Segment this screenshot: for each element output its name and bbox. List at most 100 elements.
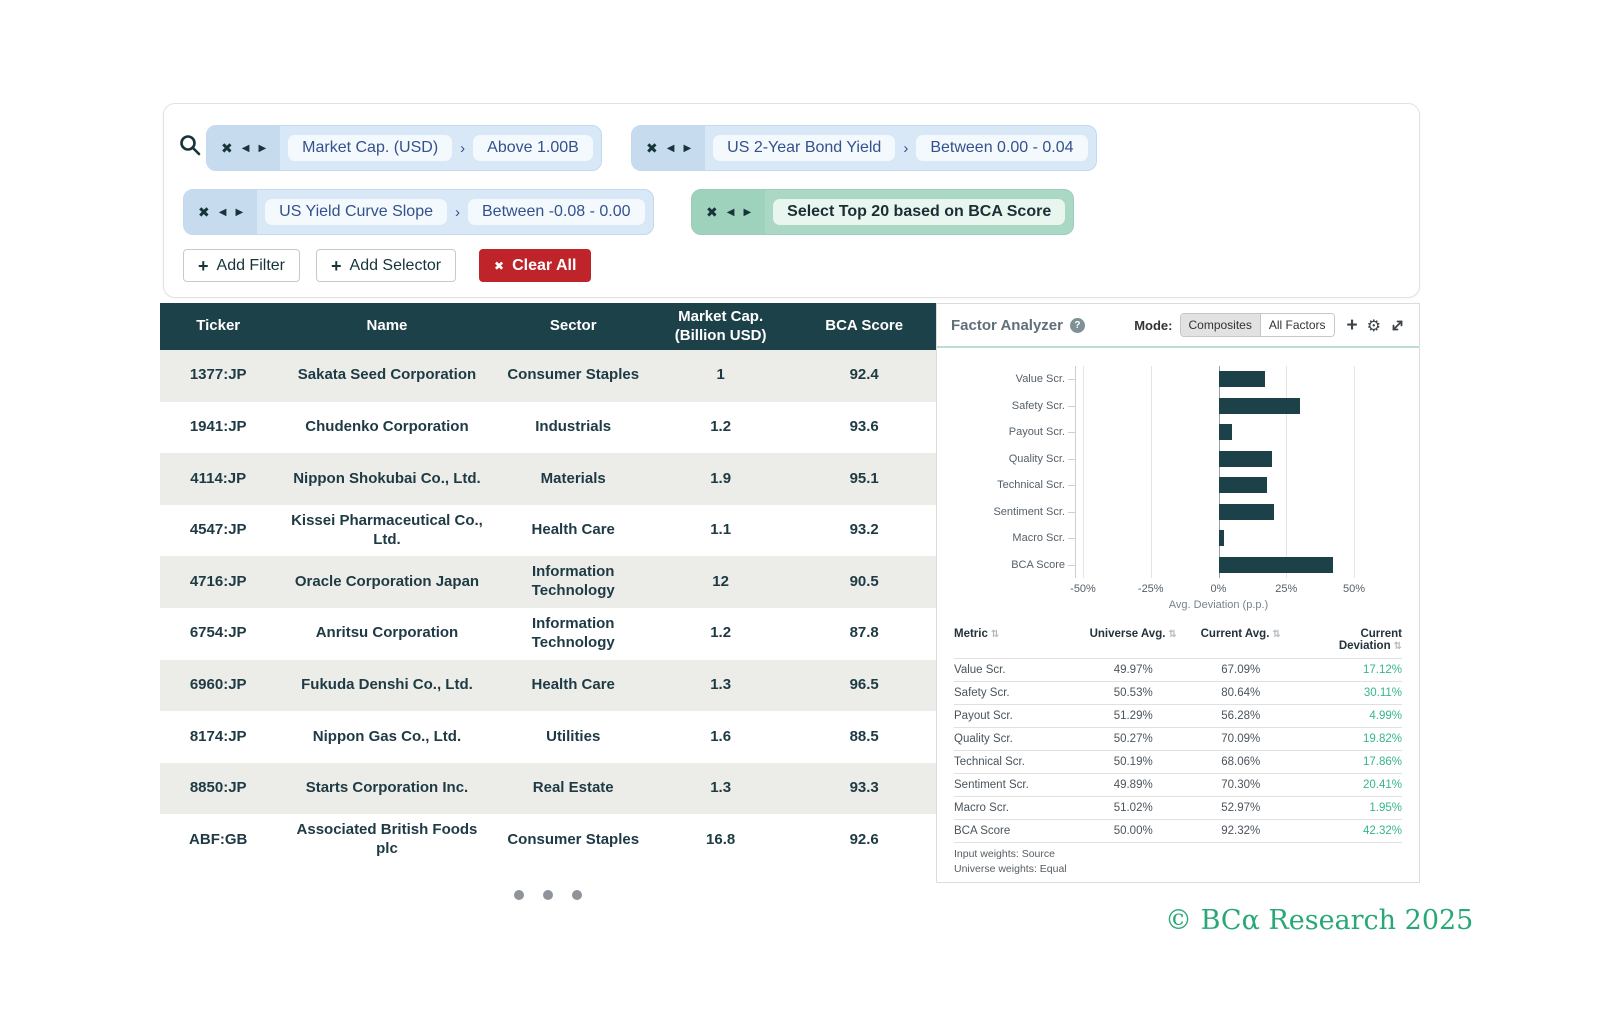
expand-icon[interactable] [1390, 318, 1405, 333]
add-icon[interactable]: + [1347, 316, 1358, 335]
column-header[interactable]: Ticker [160, 313, 276, 340]
chart-bar[interactable] [1218, 450, 1273, 467]
bca-score-cell: 95.1 [849, 469, 879, 487]
table-row[interactable]: 6960:JP Fukuda Denshi Co., Ltd. Health Car… [160, 659, 936, 712]
table-row[interactable]: 6754:JP Anritsu Corporation Information Te… [160, 607, 936, 660]
chart-x-axis-label: Avg. Deviation (p.p.) [1168, 599, 1269, 611]
chart-bar[interactable] [1218, 530, 1224, 547]
current-deviation-value: 4.99% [1369, 710, 1402, 722]
move-left-icon[interactable]: ◀ [242, 143, 250, 154]
filter-value[interactable]: Between -0.08 - 0.00 [468, 199, 645, 225]
chip-controls: ✖ ◀ ▶ [207, 126, 281, 170]
metrics-col-universe-avg[interactable]: Universe Avg. ⇅ [1079, 628, 1187, 652]
move-right-icon[interactable]: ▶ [235, 207, 243, 218]
current-avg-value: 92.32% [1221, 825, 1261, 837]
bca-score-cell: 87.8 [849, 624, 879, 642]
chart-bar[interactable] [1218, 371, 1265, 388]
pagination-dot[interactable] [543, 890, 553, 900]
move-right-icon[interactable]: ▶ [258, 143, 266, 154]
clear-all-button[interactable]: ✖ Clear All [479, 249, 592, 282]
chart-category-label: Quality Scr. [1008, 452, 1065, 465]
move-right-icon[interactable]: ▶ [683, 143, 691, 154]
search-icon[interactable] [178, 133, 202, 157]
filter-field[interactable]: US Yield Curve Slope [265, 199, 447, 225]
metric-name: Macro Scr. [954, 802, 1009, 814]
chart-y-tick [1068, 405, 1075, 407]
metrics-col-current-avg[interactable]: Current Avg. ⇅ [1187, 628, 1295, 652]
pagination-dot[interactable] [514, 890, 524, 900]
move-left-icon[interactable]: ◀ [727, 207, 735, 218]
bca-score-cell: 92.4 [849, 366, 879, 384]
selector-label[interactable]: Select Top 20 based on BCA Score [773, 199, 1066, 225]
chart-bar[interactable] [1218, 397, 1301, 414]
help-icon[interactable]: ? [1069, 317, 1085, 333]
column-header[interactable]: Name [276, 313, 497, 340]
remove-filter-icon[interactable]: ✖ [646, 140, 658, 157]
add-filter-button[interactable]: + Add Filter [183, 249, 300, 282]
filter-field[interactable]: Market Cap. (USD) [288, 135, 453, 161]
remove-filter-icon[interactable]: ✖ [221, 140, 233, 157]
universe-avg-value: 50.00% [1113, 825, 1153, 837]
table-row[interactable]: ABF:GB Associated British Foods plc Consum… [160, 814, 936, 866]
sort-icon[interactable]: ⇅ [1168, 629, 1176, 640]
chart-category-label: Macro Scr. [1012, 532, 1065, 545]
chart-gridline [1354, 366, 1355, 578]
metrics-row[interactable]: Quality Scr. 50.27% 70.09% 19.82% [954, 727, 1402, 750]
column-header[interactable]: Market Cap. (Billion USD) [649, 304, 793, 350]
metrics-row[interactable]: Sentiment Scr. 49.89% 70.30% 20.41% [954, 773, 1402, 796]
sector-cell: Consumer Staples [507, 366, 640, 384]
chart-bar[interactable] [1218, 503, 1274, 520]
filter-value[interactable]: Above 1.00B [473, 135, 593, 161]
table-row[interactable]: 1941:JP Chudenko Corporation Industrials 1.… [160, 401, 936, 454]
chart-bar[interactable] [1218, 556, 1334, 573]
market-cap-cell: 1.3 [710, 779, 732, 797]
market-cap-cell: 1 [716, 366, 725, 384]
chart-bar[interactable] [1218, 424, 1233, 441]
column-header[interactable]: Sector [498, 313, 649, 340]
pagination-dot[interactable] [572, 890, 582, 900]
metrics-row[interactable]: Value Scr. 49.97% 67.09% 17.12% [954, 658, 1402, 681]
name-cell: Sakata Seed Corporation [297, 366, 477, 384]
metrics-col-metric[interactable]: Metric ⇅ [954, 628, 1079, 652]
name-cell: Associated British Foods plc [296, 821, 478, 858]
add-selector-button[interactable]: + Add Selector [316, 249, 457, 282]
move-left-icon[interactable]: ◀ [219, 207, 227, 218]
remove-selector-icon[interactable]: ✖ [706, 204, 718, 221]
ticker-cell: 8850:JP [189, 779, 247, 797]
sort-icon[interactable]: ⇅ [1272, 629, 1280, 640]
move-left-icon[interactable]: ◀ [667, 143, 675, 154]
filter-chip-market-cap: ✖ ◀ ▶ Market Cap. (USD) › Above 1.00B [206, 125, 602, 171]
table-row[interactable]: 4547:JP Kissei Pharmaceutical Co., Ltd. He… [160, 504, 936, 557]
factor-analyzer-header: Factor Analyzer ? Mode: Composites All F… [937, 304, 1419, 348]
table-row[interactable]: 1377:JP Sakata Seed Corporation Consumer S… [160, 350, 936, 402]
table-row[interactable]: 4114:JP Nippon Shokubai Co., Ltd. Material… [160, 453, 936, 505]
gear-icon[interactable]: ⚙ [1367, 316, 1381, 335]
panel-title: Factor Analyzer [951, 316, 1063, 334]
chart-y-tick [1068, 538, 1075, 540]
sort-icon[interactable]: ⇅ [1394, 641, 1402, 652]
mode-all-factors-button[interactable]: All Factors [1260, 314, 1334, 336]
chart-bar[interactable] [1218, 477, 1267, 494]
sort-icon[interactable]: ⇅ [991, 629, 999, 640]
filter-value[interactable]: Between 0.00 - 0.04 [916, 135, 1088, 161]
filter-field[interactable]: US 2-Year Bond Yield [713, 135, 896, 161]
universe-avg-value: 50.27% [1113, 733, 1153, 745]
table-row[interactable]: 4716:JP Oracle Corporation Japan Informati… [160, 556, 936, 608]
metrics-row[interactable]: Technical Scr. 50.19% 68.06% 17.86% [954, 750, 1402, 773]
metrics-col-current-deviation[interactable]: Current Deviation ⇅ [1294, 628, 1402, 652]
metrics-row[interactable]: Safety Scr. 50.53% 80.64% 30.11% [954, 681, 1402, 704]
metrics-row[interactable]: Payout Scr. 51.29% 56.28% 4.99% [954, 704, 1402, 727]
move-right-icon[interactable]: ▶ [743, 207, 751, 218]
table-row[interactable]: 8174:JP Nippon Gas Co., Ltd. Utilities 1.6 8… [160, 711, 936, 763]
table-row[interactable]: 8850:JP Starts Corporation Inc. Real Estat… [160, 762, 936, 815]
metric-name: Safety Scr. [954, 687, 1010, 699]
metrics-row[interactable]: Macro Scr. 51.02% 52.97% 1.95% [954, 796, 1402, 819]
mode-composites-button[interactable]: Composites [1180, 314, 1261, 336]
current-avg-value: 80.64% [1221, 687, 1261, 699]
sector-cell: Utilities [546, 727, 601, 745]
remove-filter-icon[interactable]: ✖ [198, 204, 210, 221]
metrics-row[interactable]: BCA Score 50.00% 92.32% 42.32% [954, 819, 1402, 843]
chart-category-label: Sentiment Scr. [993, 505, 1065, 518]
column-header[interactable]: BCA Score [792, 313, 936, 340]
sector-cell: Health Care [531, 675, 615, 693]
